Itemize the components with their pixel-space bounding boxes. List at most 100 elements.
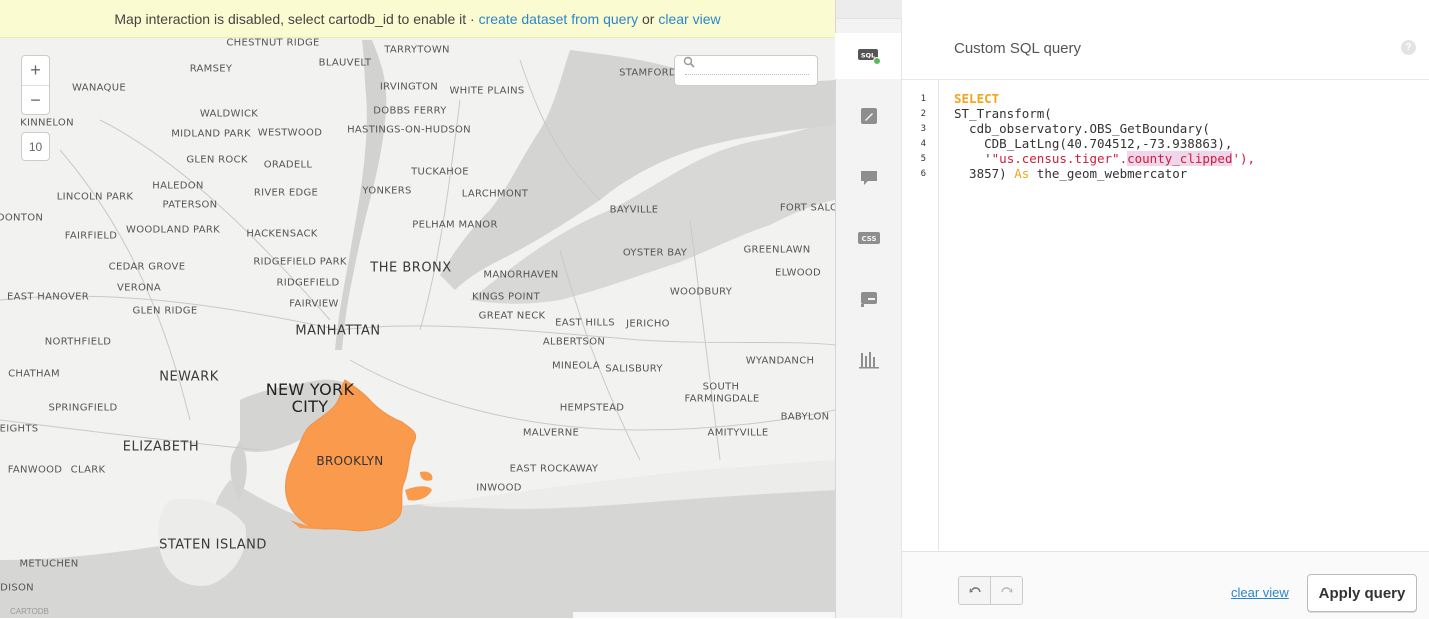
map-interaction-notice: Map interaction is disabled, select cart… — [0, 0, 835, 38]
map-search-input[interactable] — [674, 55, 818, 86]
place-label: WALDWICK — [199, 108, 259, 120]
place-label: BABYLON — [780, 411, 830, 423]
search-icon — [683, 56, 695, 68]
place-label: ELWOOD — [774, 267, 822, 279]
toolbar-top-strip — [836, 0, 902, 19]
apply-query-button[interactable]: Apply query — [1307, 574, 1417, 612]
sql-keyword: As — [1014, 166, 1030, 181]
css-icon: CSS — [858, 232, 880, 244]
place-label: WYANDANCH — [745, 355, 815, 367]
notice-text: Map interaction is disabled, select cart… — [114, 10, 475, 27]
line-number: 4 — [920, 139, 926, 149]
redo-button[interactable] — [990, 576, 1023, 605]
place-label: WOODBURY — [669, 286, 733, 298]
line-number: 6 — [920, 169, 926, 179]
sql-keyword: SELECT — [954, 91, 1000, 106]
place-label: GLEN RIDGE — [132, 305, 198, 317]
place-label: WOODLAND PARK — [126, 224, 220, 236]
place-label: BAYVILLE — [609, 204, 659, 216]
place-label: NORTHFIELD — [44, 336, 112, 348]
line-number: 5 — [920, 154, 926, 164]
code-text: the_geom_webmercator — [1029, 166, 1188, 181]
infowindow-tool-button[interactable] — [836, 155, 902, 201]
line-number: 2 — [920, 109, 926, 119]
place-label: CHESTNUT RIDGE — [226, 37, 320, 49]
line-number: 1 — [920, 94, 926, 104]
place-label: MANORHAVEN — [483, 269, 559, 281]
notice-or: or — [642, 10, 655, 27]
place-label: MIDLAND PARK — [171, 128, 251, 140]
place-label: RIDGEFIELD — [276, 277, 340, 289]
svg-text:CSS: CSS — [861, 235, 876, 243]
place-label: NEWARK — [159, 369, 219, 385]
panel-toolbar: SQL CSS — [835, 0, 902, 618]
place-label: INWOOD — [476, 482, 522, 494]
place-label: CLARK — [70, 464, 106, 476]
place-label: LARCHMONT — [461, 188, 529, 200]
place-label: STATEN ISLAND — [159, 537, 267, 553]
css-tool-button[interactable]: CSS — [836, 215, 902, 261]
code-line: ST_Transform( — [954, 106, 1052, 121]
zoom-in-button[interactable]: + — [22, 56, 49, 86]
undo-button[interactable] — [958, 576, 991, 605]
code-line: '"us.census.tiger".county_clipped'), — [954, 151, 1255, 166]
infowindow-icon — [861, 171, 877, 185]
place-label: THE BRONX — [370, 260, 452, 276]
place-label: CEDAR GROVE — [108, 261, 186, 273]
place-label: BLAUVELT — [318, 57, 372, 69]
place-label: MANHATTAN — [295, 323, 381, 339]
place-label: FAIRFIELD — [64, 230, 118, 242]
zoom-control: + − — [21, 55, 50, 115]
filters-tool-button[interactable] — [836, 337, 902, 383]
code-line: 3857) As the_geom_webmercator — [954, 166, 1187, 181]
sql-panel: Custom SQL query ? 1 2 3 4 5 6 SELECT ST… — [901, 18, 1429, 619]
sql-tool-button[interactable]: SQL — [835, 33, 902, 79]
place-label: GLEN ROCK — [186, 154, 248, 166]
cartodb-logo: CARTODB — [10, 607, 49, 616]
place-label: KINGS POINT — [471, 291, 541, 303]
brooklyn-label: BROOKLYN — [316, 454, 384, 468]
code-line: cdb_observatory.OBS_GetBoundary( — [954, 121, 1210, 136]
line-number-gutter: 1 2 3 4 5 6 — [902, 80, 939, 550]
wizard-icon — [861, 108, 877, 124]
code-text: ' — [954, 151, 992, 166]
legend-tool-button[interactable] — [836, 276, 902, 322]
place-label: DISON — [0, 582, 34, 594]
place-label: GREAT NECK — [478, 310, 546, 322]
map-attribution — [573, 612, 835, 618]
code-text: 3857) — [954, 166, 1015, 181]
place-label: DONTON — [0, 212, 44, 224]
clear-view-link[interactable]: clear view — [658, 11, 720, 27]
panel-header: Custom SQL query ? — [902, 18, 1429, 80]
place-label: PELHAM MANOR — [412, 219, 498, 231]
create-dataset-link[interactable]: create dataset from query — [479, 11, 639, 27]
place-label: ORADELL — [263, 159, 313, 171]
place-label: LINCOLN PARK — [56, 191, 134, 203]
place-label: RIVER EDGE — [253, 187, 319, 199]
place-label: TARRYTOWN — [384, 44, 450, 56]
redo-icon — [1000, 586, 1012, 592]
undo-icon — [969, 586, 981, 592]
place-label: HEMPSTEAD — [559, 402, 625, 414]
sql-editor[interactable]: 1 2 3 4 5 6 SELECT ST_Transform( cdb_obs… — [902, 80, 1429, 550]
place-label: RIDGEFIELD PARK — [253, 256, 347, 268]
clear-view-button[interactable]: clear view — [1231, 585, 1289, 600]
place-label: FORT SALO — [779, 202, 835, 214]
wizard-tool-button[interactable] — [836, 93, 902, 139]
place-label: MINEOLA — [552, 360, 600, 372]
place-label: AMITYVILLE — [707, 427, 769, 439]
place-label: EAST ROCKAWAY — [509, 463, 599, 475]
place-label: FANWOOD — [7, 464, 63, 476]
map-view[interactable]: CHESTNUT RIDGE TARRYTOWN RAMSEY BLAUVELT… — [0, 0, 835, 618]
place-label: EIGHTS — [0, 423, 39, 435]
place-label: SOUTH — [702, 381, 740, 393]
place-label: CHATHAM — [8, 368, 60, 380]
zoom-out-button[interactable]: − — [22, 86, 49, 115]
place-label: EAST HILLS — [555, 317, 615, 329]
help-icon[interactable]: ? — [1401, 40, 1416, 55]
zoom-level-indicator: 10 — [21, 132, 50, 161]
city-label-line2: CITY — [291, 397, 329, 416]
panel-title: Custom SQL query — [954, 40, 1081, 57]
place-label: ELIZABETH — [122, 439, 200, 455]
place-label: FAIRVIEW — [289, 298, 339, 310]
